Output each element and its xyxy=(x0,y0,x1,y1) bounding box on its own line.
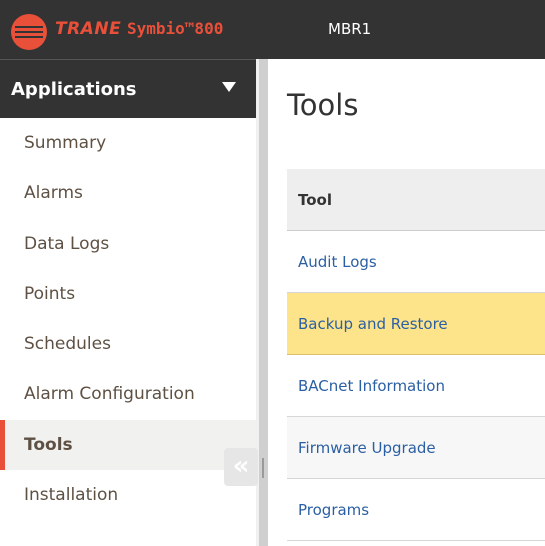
sidebar-item-alarm-configuration[interactable]: Alarm Configuration xyxy=(0,369,256,419)
table-row-backup-and-restore[interactable]: Backup and Restore xyxy=(287,293,545,355)
table-row-firmware-upgrade[interactable]: Firmware Upgrade xyxy=(287,417,545,479)
collapse-sidebar-button[interactable]: « xyxy=(224,448,258,486)
resize-grip-icon xyxy=(262,458,264,478)
applications-menu-toggle[interactable]: Applications xyxy=(0,59,256,118)
table-row-audit-logs[interactable]: Audit Logs xyxy=(287,231,545,293)
brand-name: TRANE xyxy=(55,19,122,39)
tools-table: Tool Audit Logs Backup and Restore BACne… xyxy=(287,169,545,541)
sidebar-item-schedules[interactable]: Schedules xyxy=(0,319,256,369)
sidebar-item-tools[interactable]: Tools xyxy=(0,419,256,471)
sidebar-item-alarms[interactable]: Alarms xyxy=(0,168,256,218)
sidebar-item-installation[interactable]: Installation xyxy=(0,470,256,520)
top-header: TRANE Symbio™800 MBR1 xyxy=(0,0,545,59)
trane-logo-icon xyxy=(11,14,47,50)
table-row-programs[interactable]: Programs xyxy=(287,479,545,541)
sidebar-item-summary[interactable]: Summary xyxy=(0,118,256,168)
sidebar-item-data-logs[interactable]: Data Logs xyxy=(0,219,256,269)
sidebar-nav: Summary Alarms Data Logs Points Schedule… xyxy=(0,118,256,520)
sidebar-item-points[interactable]: Points xyxy=(0,269,256,319)
chevron-down-icon[interactable] xyxy=(222,82,236,92)
page-title: Tools xyxy=(287,88,359,122)
table-header-tool[interactable]: Tool xyxy=(287,169,545,231)
device-name: MBR1 xyxy=(328,20,372,38)
product-name: Symbio™800 xyxy=(127,19,224,38)
table-row-bacnet-information[interactable]: BACnet Information xyxy=(287,355,545,417)
sidebar-title: Applications xyxy=(11,79,137,100)
